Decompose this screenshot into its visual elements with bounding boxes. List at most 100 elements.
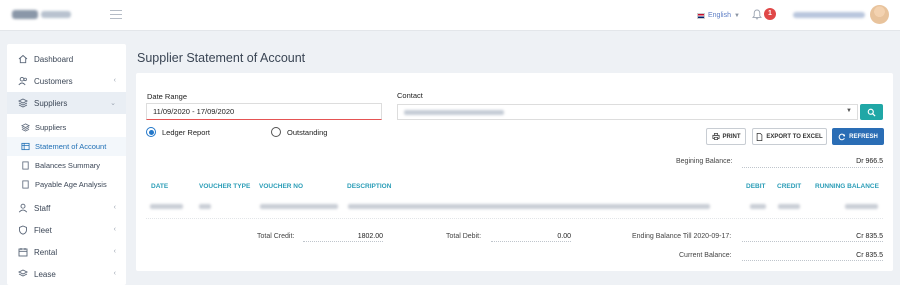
lease-icon [17,269,28,280]
contact-value [404,110,504,115]
chevron-left-icon: ‹ [113,270,116,277]
sidebar-item-fleet[interactable]: Fleet ‹ [7,219,126,241]
avatar[interactable] [870,5,889,24]
row-debit [750,204,766,209]
beginning-balance-value: Dr 966.5 [856,158,883,165]
list-icon [21,142,30,151]
export-label: EXPORT TO EXCEL [766,133,823,140]
sidebar-subitem-payable-age-analysis[interactable]: Payable Age Analysis [7,175,126,194]
ending-balance-label: Ending Balance Till 2020-09-17: [632,233,732,240]
total-debit-label: Total Debit: [446,233,482,240]
radio-outstanding[interactable]: Outstanding [271,127,327,137]
sidebar-item-lease[interactable]: Lease ‹ [7,263,126,285]
sidebar-item-customers[interactable]: Customers ‹ [7,70,126,92]
ending-balance-value: Cr 835.5 [856,233,883,240]
current-balance-value: Cr 835.5 [856,252,883,259]
sidebar-item-label: Statement of Account [35,142,107,151]
sidebar-item-label: Balances Summary [35,161,101,170]
column-header-debit: DEBIT [746,183,766,190]
chevron-down-icon: ▼ [733,12,740,19]
divider [146,218,883,219]
sidebar-item-label: Payable Age Analysis [35,180,107,189]
printer-icon [712,133,719,140]
sidebar-item-label: Staff [34,203,51,213]
sidebar-subitem-suppliers[interactable]: Suppliers [7,118,126,137]
users-icon [17,76,28,87]
bell-icon[interactable] [752,9,762,20]
radio-dot-selected [146,127,156,137]
sidebar-item-label: Fleet [34,225,52,235]
search-icon [867,108,876,117]
contact-label: Contact [397,91,423,100]
export-excel-button[interactable]: EXPORT TO EXCEL [752,128,827,145]
divider [491,241,571,242]
sidebar-subitem-statement-of-account[interactable]: Statement of Account [7,137,126,156]
user-name[interactable] [793,12,865,18]
sidebar-item-label: Suppliers [35,123,67,132]
user-icon [17,203,28,214]
radio-ledger-report[interactable]: Ledger Report [146,127,210,137]
uk-flag-icon [697,12,705,19]
column-header-voucher-type: VOUCHER TYPE [199,183,251,190]
refresh-button[interactable]: REFRESH [832,128,884,145]
menu-toggle-icon[interactable] [110,10,122,20]
row-voucher-type [199,204,211,209]
sidebar-item-suppliers[interactable]: Suppliers ⌄ [7,92,126,114]
divider [742,260,883,261]
divider [742,167,883,168]
sidebar-subitem-balances-summary[interactable]: Balances Summary [7,156,126,175]
app-logo[interactable] [12,9,74,21]
radio-label: Ledger Report [162,127,210,137]
column-header-credit: CREDIT [777,183,802,190]
notification-badge: 1 [764,8,776,20]
search-button[interactable] [860,104,883,120]
print-button[interactable]: PRINT [706,128,746,145]
page-title: Supplier Statement of Account [137,51,306,65]
date-range-label: Date Range [147,92,188,101]
sidebar: Dashboard Customers ‹ Suppliers ⌄ Suppli… [7,44,126,285]
sidebar-item-label: Lease [34,269,56,279]
language-selector[interactable]: English ▼ [697,10,740,21]
divider [742,241,883,242]
current-balance-label: Current Balance: [679,252,732,259]
document-icon [21,161,30,170]
layers-icon [21,123,30,132]
row-voucher-no [260,204,338,209]
sidebar-item-staff[interactable]: Staff ‹ [7,197,126,219]
chevron-down-icon: ⌄ [110,100,116,107]
document-icon [21,180,30,189]
sidebar-item-label: Customers [34,76,73,86]
chevron-left-icon: ‹ [113,226,116,233]
caret-down-icon: ▼ [846,108,852,114]
sidebar-item-rental[interactable]: Rental ‹ [7,241,126,263]
sidebar-item-label: Rental [34,247,58,257]
row-description [348,204,710,209]
sidebar-item-label: Dashboard [34,54,74,64]
row-running-balance [845,204,878,209]
column-header-date: DATE [151,183,169,190]
chevron-left-icon: ‹ [113,248,116,255]
refresh-label: REFRESH [849,133,878,140]
total-credit-label: Total Credit: [257,233,295,240]
radio-label: Outstanding [287,127,328,137]
chevron-left-icon: ‹ [113,77,116,84]
column-header-running-balance: RUNNING BALANCE [815,183,879,190]
top-bar: English ▼ 1 [0,0,900,31]
column-header-voucher-no: VOUCHER NO [259,183,304,190]
shield-icon [17,225,28,236]
row-date [150,204,183,209]
file-icon [757,132,763,141]
sidebar-item-dashboard[interactable]: Dashboard [7,48,126,70]
calendar-icon [17,247,28,258]
beginning-balance-label: Begining Balance: [676,158,733,165]
contact-select[interactable]: ▼ [397,104,858,120]
radio-dot [271,127,281,137]
total-credit-value: 1802.00 [357,233,383,240]
row-credit [778,204,800,209]
date-range-input[interactable]: 11/09/2020 - 17/09/2020 [146,103,382,120]
total-debit-value: 0.00 [557,233,571,240]
sidebar-item-label: Suppliers [34,98,68,108]
chevron-left-icon: ‹ [113,204,116,211]
divider [303,241,383,242]
layers-icon [17,98,28,109]
